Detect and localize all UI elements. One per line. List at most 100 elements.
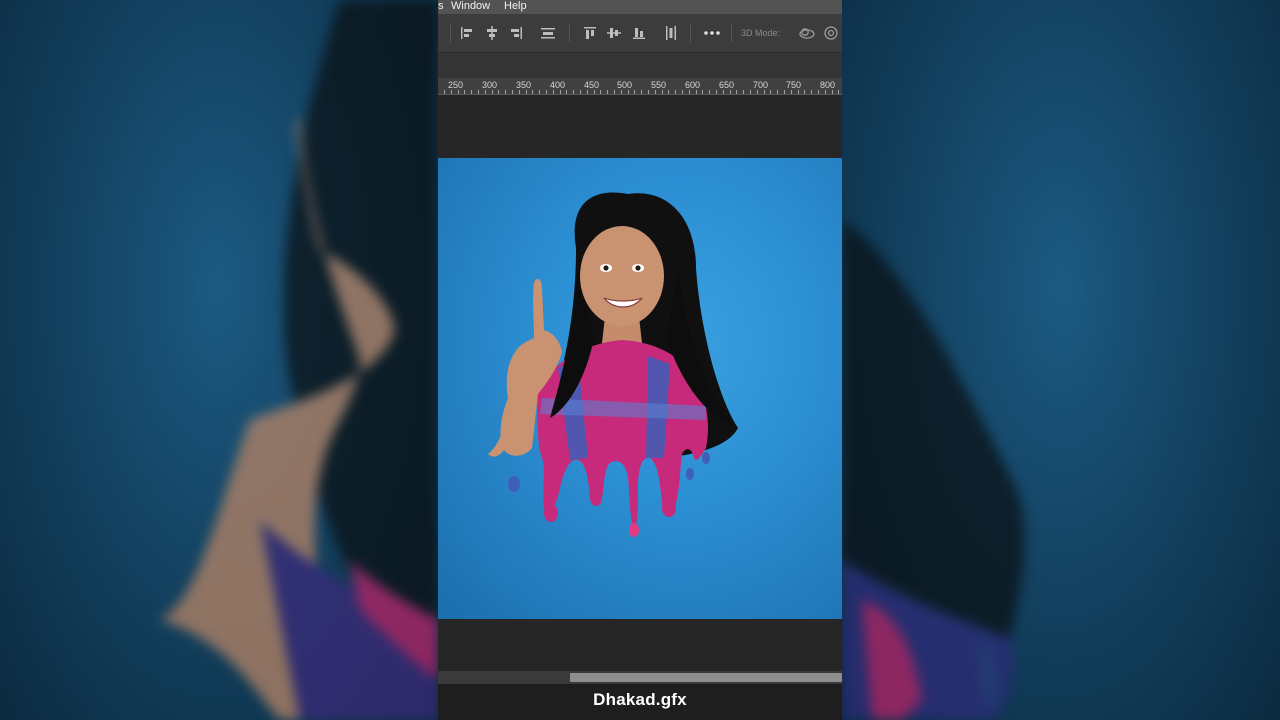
right-pupil [635,265,641,271]
ruler-label: 700 [753,80,769,90]
ruler-tick [641,90,643,94]
ruler-tick [620,90,622,94]
ruler-label: 600 [685,80,701,90]
ruler-tick [729,90,731,94]
align-vertical-centers-icon[interactable] [607,26,621,40]
align-left-edges-icon[interactable] [460,26,474,40]
distribute-horizontal-icon[interactable] [664,26,678,40]
menu-item-window[interactable]: Window [451,0,490,13]
align-bottom-edges-icon[interactable] [632,26,646,40]
ruler-tick [505,90,507,94]
align-right-edges-icon[interactable] [509,26,523,40]
panel-area [438,53,842,78]
ruler-tick [784,90,785,94]
ruler-tick [770,90,772,94]
paint-drip [590,490,602,506]
ruler-tick [457,90,459,94]
ruler-tick [478,90,479,94]
paint-drip [662,499,676,517]
ruler-label: 650 [719,80,735,90]
ruler-tick [668,90,670,94]
ruler-tick [559,90,561,94]
ruler-tick [512,90,513,94]
ruler-tick [627,90,629,94]
paint-drip [629,523,639,537]
ruler-label: 500 [617,80,633,90]
ruler-label: 250 [448,80,464,90]
left-pupil [603,265,609,271]
ruler-tick [688,90,690,94]
ruler-tick [484,90,486,94]
ruler-tick [763,90,765,94]
face-shape [580,226,664,326]
divider [731,24,732,42]
options-bar: 3D Mode: [438,14,842,53]
ruler-tick [736,90,738,94]
distribute-vertical-icon[interactable] [541,26,555,40]
ruler-tick [552,90,554,94]
horizontal-scrollbar[interactable] [438,671,842,684]
ruler-tick [634,90,636,94]
roll-3d-icon[interactable] [823,26,839,40]
menu-item-partial[interactable]: s [438,0,444,13]
paint-drip [544,504,558,522]
ruler-tick [790,90,792,94]
ruler-tick [838,90,840,94]
ruler-tick [580,90,581,94]
divider [569,24,570,42]
ruler-tick [716,90,717,94]
paint-drip [508,476,520,492]
ruler-tick [709,90,711,94]
divider [690,24,691,42]
ruler-label: 800 [820,80,836,90]
blurred-background-right [842,0,1280,720]
ruler-tick [702,90,704,94]
ruler-tick [682,90,683,94]
edited-photo [488,192,738,537]
ruler-tick [831,90,833,94]
ruler-tick [444,90,445,94]
scrollbar-thumb[interactable] [570,673,842,682]
ruler-tick [743,90,745,94]
ruler-tick [675,90,677,94]
watermark-text: Dhakad.gfx [593,690,687,709]
photoshop-window: s Window Help 3D Mode: 250 300 350 400 4… [438,0,842,720]
ruler-tick [777,90,779,94]
ruler-tick [573,90,575,94]
ruler-label: 550 [651,80,667,90]
blurred-background-left [0,0,438,720]
ruler-tick [750,90,751,94]
ruler-tick [518,90,520,94]
ruler-tick [525,90,527,94]
ruler-tick [600,90,602,94]
ruler-tick [722,90,724,94]
paint-drip [702,452,710,464]
more-options-icon[interactable] [704,26,720,40]
ruler-label: 350 [516,80,532,90]
ruler-tick [614,90,615,94]
ruler-tick [695,90,697,94]
align-top-edges-icon[interactable] [583,26,597,40]
ruler-tick [811,90,813,94]
blurred-photo-right [842,220,1025,720]
ruler-tick [756,90,758,94]
ruler-tick [804,90,806,94]
orbit-3d-icon[interactable] [798,26,816,40]
ruler-tick [648,90,649,94]
ruler-tick [654,90,656,94]
align-horizontal-centers-icon[interactable] [485,26,499,40]
ruler-tick [607,90,609,94]
image-canvas[interactable] [438,158,842,619]
ruler-tick [471,90,473,94]
ruler-tick [661,90,663,94]
3d-mode-label: 3D Mode: [741,28,781,38]
menu-item-help[interactable]: Help [504,0,527,13]
blurred-photo-left [160,0,438,720]
ruler-tick [546,90,547,94]
ruler-label: 450 [584,80,600,90]
ruler-tick [464,90,466,94]
ruler-tick [450,90,452,94]
ruler-label: 300 [482,80,498,90]
horizontal-ruler[interactable]: 250 300 350 400 450 500 550 600 650 700 … [438,78,842,95]
divider [450,24,451,42]
